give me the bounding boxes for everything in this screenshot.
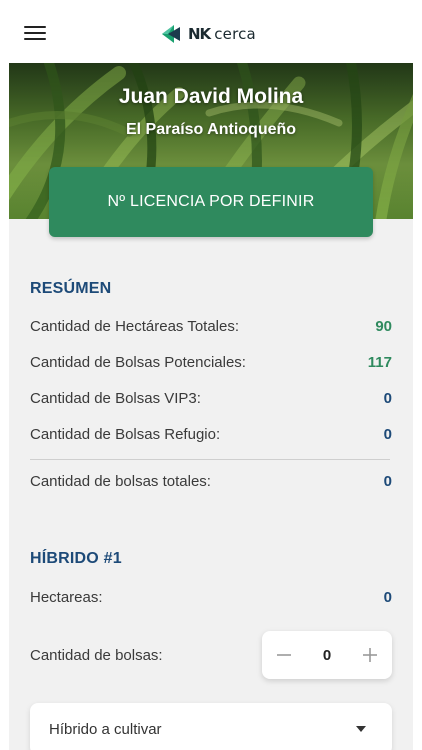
producer-name: Juan David Molina bbox=[118, 85, 304, 108]
summary-title: RESÚMEN bbox=[30, 280, 112, 297]
row-value: 0 bbox=[383, 472, 392, 490]
hybrid-select-placeholder: Híbrido a cultivar bbox=[49, 720, 162, 738]
bags-quantity-value: 0 bbox=[322, 646, 332, 664]
hybrid-bags-row: Cantidad de bolsas: bbox=[30, 644, 250, 666]
summary-row-vip3-bags: Cantidad de Bolsas VIP3: 0 bbox=[30, 387, 392, 409]
row-label: Cantidad de Bolsas Potenciales: bbox=[30, 353, 246, 371]
row-value: 117 bbox=[367, 353, 392, 371]
hybrid-title: HÍBRIDO #1 bbox=[30, 550, 122, 567]
logo-text: NK cerca bbox=[188, 25, 256, 43]
nk-logo-icon bbox=[162, 25, 180, 43]
summary-row-potential-bags: Cantidad de Bolsas Potenciales: 117 bbox=[30, 351, 392, 373]
summary-divider bbox=[30, 459, 390, 460]
summary-row-total-bags: Cantidad de bolsas totales: 0 bbox=[30, 470, 392, 492]
bags-label: Cantidad de bolsas: bbox=[30, 646, 163, 664]
plus-icon[interactable] bbox=[360, 645, 380, 665]
minus-icon[interactable] bbox=[274, 645, 294, 665]
summary-row-hectares: Cantidad de Hectáreas Totales: 90 bbox=[30, 315, 392, 337]
row-label: Cantidad de Bolsas VIP3: bbox=[30, 389, 201, 407]
row-value: 0 bbox=[383, 389, 392, 407]
hybrid-hectares-row: Hectareas: 0 bbox=[30, 586, 392, 608]
row-label: Cantidad de Hectáreas Totales: bbox=[30, 317, 240, 335]
row-label: Cantidad de bolsas totales: bbox=[30, 472, 211, 490]
hectares-label: Hectareas: bbox=[30, 588, 103, 606]
top-app-bar: NK cerca bbox=[0, 0, 422, 64]
farm-name: El Paraíso Antioqueño bbox=[125, 121, 297, 138]
row-label: Cantidad de Bolsas Refugio: bbox=[30, 425, 221, 443]
summary-row-refuge-bags: Cantidad de Bolsas Refugio: 0 bbox=[30, 423, 392, 445]
bags-quantity-stepper[interactable]: 0 bbox=[262, 631, 392, 679]
row-value: 90 bbox=[375, 317, 392, 335]
main-panel: Juan David Molina El Paraíso Antioqueño … bbox=[9, 63, 413, 750]
app-logo: NK cerca bbox=[160, 22, 256, 46]
menu-icon[interactable] bbox=[24, 26, 46, 42]
chevron-down-icon bbox=[356, 726, 366, 732]
license-button[interactable]: Nº LICENCIA POR DEFINIR bbox=[49, 167, 373, 237]
hybrid-select[interactable]: Híbrido a cultivar bbox=[30, 703, 392, 750]
hectares-value: 0 bbox=[383, 588, 392, 606]
row-value: 0 bbox=[383, 425, 392, 443]
